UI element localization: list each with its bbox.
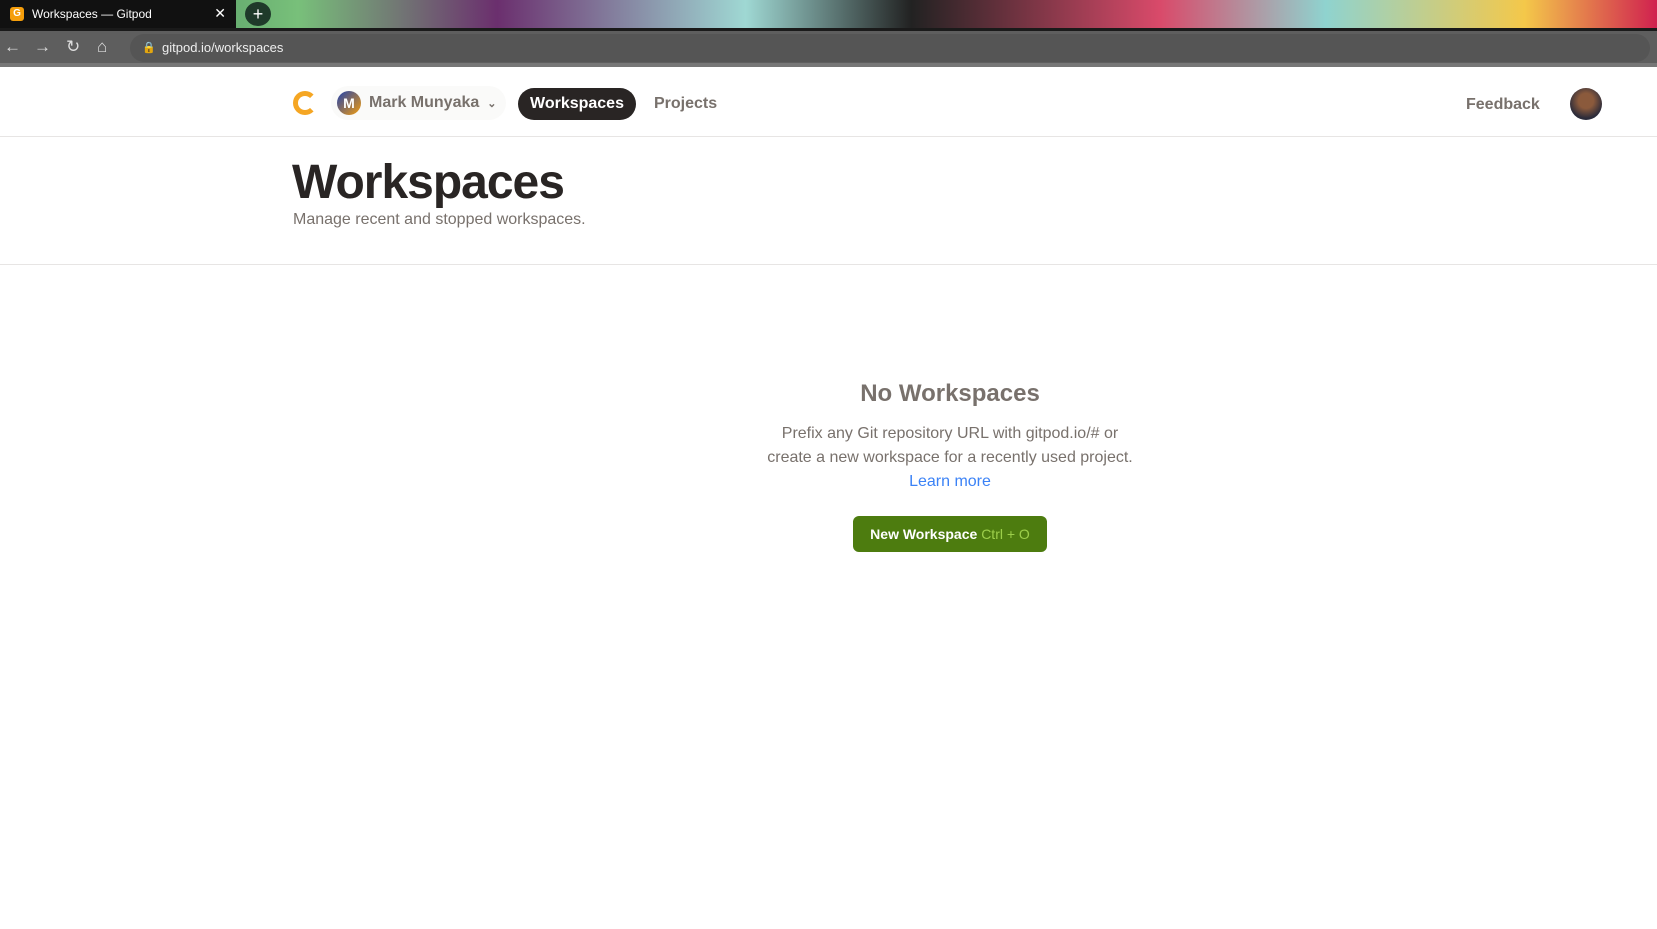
url-input[interactable]: 🔒 gitpod.io/workspaces bbox=[130, 34, 1650, 62]
page-title: Workspaces bbox=[292, 156, 565, 209]
empty-text: Prefix any Git repository URL with gitpo… bbox=[700, 422, 1200, 494]
address-bar-area: ← → ↻ ⌂ 🔒 gitpod.io/workspaces bbox=[0, 31, 1657, 67]
user-avatar-initial: M bbox=[337, 91, 361, 115]
empty-state: No Workspaces Prefix any Git repository … bbox=[700, 380, 1200, 552]
org-switcher[interactable]: M Mark Munyaka ⌄ bbox=[331, 86, 507, 120]
chevron-down-icon: ⌄ bbox=[487, 97, 497, 110]
divider bbox=[0, 264, 1657, 265]
feedback-link[interactable]: Feedback bbox=[1466, 96, 1540, 114]
learn-more-link[interactable]: Learn more bbox=[909, 473, 991, 490]
profile-avatar[interactable] bbox=[1570, 88, 1602, 120]
url-text: gitpod.io/workspaces bbox=[162, 40, 284, 55]
empty-title: No Workspaces bbox=[860, 380, 1040, 407]
gitpod-logo-icon[interactable] bbox=[293, 91, 317, 115]
gitpod-favicon-icon: G bbox=[10, 7, 24, 21]
forward-icon[interactable]: → bbox=[34, 37, 51, 57]
close-tab-icon[interactable]: ✕ bbox=[214, 5, 226, 22]
app-header: M Mark Munyaka ⌄ Workspaces Projects Fee… bbox=[0, 71, 1657, 137]
new-workspace-button[interactable]: New Workspace Ctrl + O bbox=[853, 516, 1047, 552]
lock-icon: 🔒 bbox=[142, 42, 156, 54]
browser-tab[interactable]: G Workspaces — Gitpod ✕ bbox=[0, 0, 236, 28]
empty-description: Prefix any Git repository URL with gitpo… bbox=[767, 425, 1133, 466]
nav-projects[interactable]: Projects bbox=[642, 88, 729, 120]
back-icon[interactable]: ← bbox=[4, 37, 21, 57]
home-icon[interactable]: ⌂ bbox=[97, 37, 107, 57]
keyboard-shortcut: Ctrl + O bbox=[981, 526, 1030, 542]
tab-title: Workspaces — Gitpod bbox=[32, 7, 152, 21]
button-label: New Workspace bbox=[870, 526, 978, 542]
browser-tab-bar: G Workspaces — Gitpod ✕ + bbox=[0, 0, 1657, 31]
new-tab-button[interactable]: + bbox=[245, 2, 271, 26]
nav-workspaces[interactable]: Workspaces bbox=[518, 88, 636, 120]
page-subtitle: Manage recent and stopped workspaces. bbox=[293, 211, 586, 228]
user-name: Mark Munyaka bbox=[369, 94, 480, 111]
reload-icon[interactable]: ↻ bbox=[66, 37, 80, 57]
